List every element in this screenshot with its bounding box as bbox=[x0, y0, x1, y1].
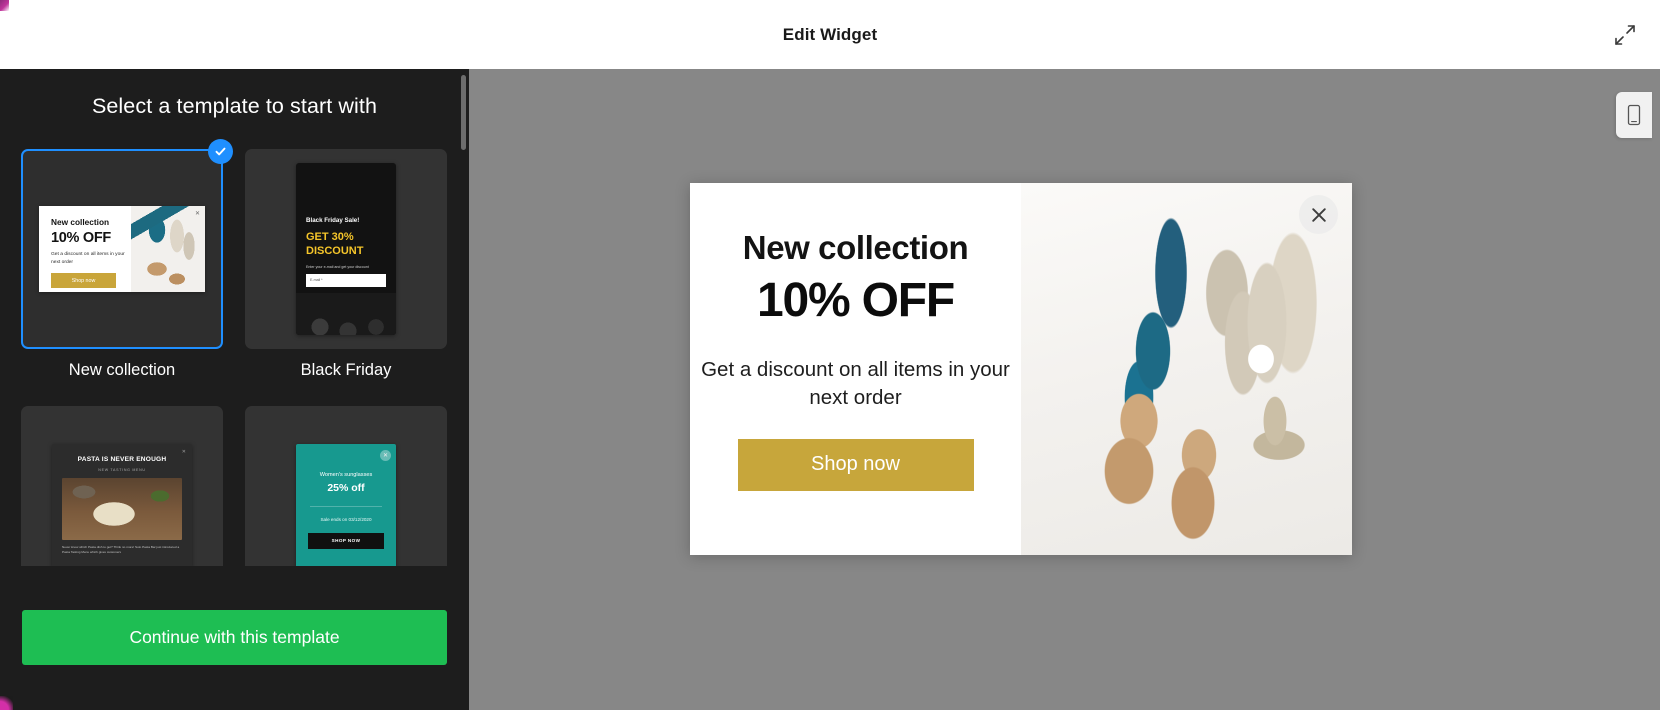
template-card-sunglasses[interactable]: ✕ Women's sunglasses 25% off Sale ends o… bbox=[245, 406, 447, 566]
thumb-subtitle: NEW TASTING MENU bbox=[98, 468, 146, 472]
thumb-title: Black Friday Sale! bbox=[306, 217, 360, 224]
thumb-offer: 25% off bbox=[327, 482, 365, 494]
sidebar-heading: Select a template to start with bbox=[91, 94, 378, 118]
template-thumbnail-new-collection: New collection 10% OFF Get a discount on… bbox=[23, 151, 221, 347]
page-title: Edit Widget bbox=[782, 24, 878, 44]
thumb-email-field: E-mail * bbox=[306, 273, 386, 287]
template-label-new-collection: New collection bbox=[68, 361, 176, 379]
template-scroll-area: Select a template to start with New coll… bbox=[0, 69, 469, 566]
template-card-pasta[interactable]: ✕ PASTA IS NEVER ENOUGH NEW TASTING MENU… bbox=[21, 406, 223, 566]
close-icon[interactable] bbox=[1299, 195, 1338, 234]
thumb-subtitle: Enter your e-mail and get your discount bbox=[306, 264, 369, 269]
thumb-product-image: ✕ bbox=[131, 206, 205, 292]
close-icon: ✕ bbox=[380, 450, 391, 461]
thumb-subtitle: Get a discount on all items in your next… bbox=[51, 252, 125, 265]
template-cell-black-friday: Black Friday Sale! GET 30% DISCOUNT Ente… bbox=[245, 149, 447, 380]
template-card-new-collection[interactable]: New collection 10% OFF Get a discount on… bbox=[21, 139, 233, 349]
widget-preview-popup: New collection 10% OFF Get a discount on… bbox=[690, 183, 1352, 555]
template-cell-sunglasses: ✕ Women's sunglasses 25% off Sale ends o… bbox=[245, 406, 447, 566]
popup-content: New collection 10% OFF Get a discount on… bbox=[690, 183, 1021, 555]
sidebar-scrollbar-thumb[interactable] bbox=[461, 75, 466, 150]
template-thumbnail-black-friday: Black Friday Sale! GET 30% DISCOUNT Ente… bbox=[245, 149, 447, 349]
thumb-background-image bbox=[296, 293, 396, 335]
thumb-title: New collection bbox=[51, 217, 110, 227]
thumb-cta: SHOP NOW bbox=[308, 532, 384, 549]
close-icon: ✕ bbox=[194, 211, 200, 217]
edit-widget-window: Edit Widget Select a template to start w… bbox=[0, 0, 1660, 710]
divider bbox=[310, 506, 382, 507]
window-header: Edit Widget bbox=[0, 0, 1660, 69]
template-thumbnail-sunglasses: ✕ Women's sunglasses 25% off Sale ends o… bbox=[245, 406, 447, 566]
thumb-title: PASTA IS NEVER ENOUGH bbox=[77, 456, 167, 463]
template-thumbnail-pasta: ✕ PASTA IS NEVER ENOUGH NEW TASTING MENU… bbox=[21, 406, 223, 566]
thumb-title: Women's sunglasses bbox=[319, 472, 373, 478]
popup-subtitle: Get a discount on all items in your next… bbox=[701, 358, 1010, 410]
mobile-device-icon[interactable] bbox=[1616, 92, 1652, 138]
thumb-offer: 10% OFF bbox=[51, 230, 111, 246]
template-cell-pasta: ✕ PASTA IS NEVER ENOUGH NEW TASTING MENU… bbox=[21, 406, 223, 566]
close-icon: ✕ bbox=[181, 449, 186, 455]
expand-arrows-icon[interactable] bbox=[1608, 18, 1642, 52]
template-grid: New collection 10% OFF Get a discount on… bbox=[0, 119, 469, 566]
preview-canvas: New collection 10% OFF Get a discount on… bbox=[469, 69, 1660, 710]
popup-offer: 10% OFF bbox=[757, 274, 955, 327]
thumb-food-image bbox=[62, 478, 182, 540]
popup-product-image bbox=[1021, 183, 1352, 555]
check-icon bbox=[208, 139, 233, 164]
popup-title: New collection bbox=[742, 229, 969, 266]
thumb-body: Never know which Pasta dish to get? Thin… bbox=[62, 545, 180, 554]
continue-with-template-button[interactable]: Continue with this template bbox=[22, 610, 447, 665]
thumb-cta: Shop now bbox=[51, 273, 116, 289]
template-card-black-friday[interactable]: Black Friday Sale! GET 30% DISCOUNT Ente… bbox=[245, 149, 447, 349]
thumb-offer: GET 30% DISCOUNT bbox=[306, 231, 364, 258]
template-label-black-friday: Black Friday bbox=[300, 361, 392, 379]
template-cell-new-collection: New collection 10% OFF Get a discount on… bbox=[21, 139, 233, 380]
shop-now-button[interactable]: Shop now bbox=[737, 438, 974, 491]
thumb-subtitle: Sale ends on 03/12/2020 bbox=[320, 517, 372, 522]
sidebar-footer: Continue with this template bbox=[0, 566, 469, 710]
template-sidebar: Select a template to start with New coll… bbox=[0, 69, 469, 710]
